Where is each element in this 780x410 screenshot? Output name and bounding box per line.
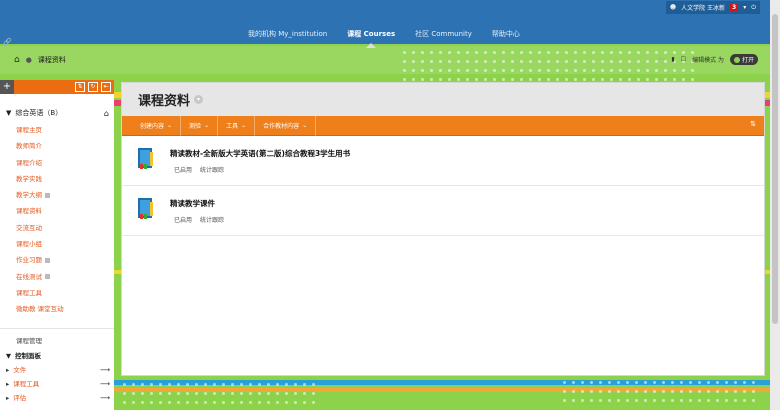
course-menu: 课程主页 教师简介 课程介绍 教学实践 教学大纲 课程资料 交流互动 课程小组 …	[0, 122, 114, 318]
sidebar-item-syllabus[interactable]: 教学大纲	[16, 187, 114, 203]
chevron-down-icon: ⌄	[204, 122, 210, 129]
hidden-indicator-icon	[45, 257, 50, 263]
options-icon[interactable]: ▾	[194, 95, 204, 104]
sidebar-item-course-groups[interactable]: 课程小组	[16, 236, 114, 252]
partner-content-button[interactable]: 合作教材内容 ⌄	[255, 115, 317, 136]
link-icon[interactable]: 🔗	[3, 38, 12, 46]
toggle-knob	[733, 56, 740, 63]
lock-icon[interactable]: ☐	[681, 56, 686, 63]
tools-button[interactable]: 工具 ⌄	[218, 115, 256, 136]
triangle-right-icon: ▸	[6, 379, 10, 388]
help-icon[interactable]: ◦◦	[658, 56, 665, 63]
action-bar: 创建内容 ⌄ 测验 ⌄ 工具 ⌄ 合作教材内容 ⌄ ⇅	[122, 115, 764, 136]
top-header: ☻ 人文学院 王冰新 3 ▾ ⏻ 我的机构 My_institution 课程 …	[0, 0, 770, 48]
edit-mode-state: 打开	[741, 57, 754, 64]
home-icon[interactable]: ⌂	[14, 55, 20, 65]
notification-badge[interactable]: 3	[730, 4, 739, 11]
sort-icon[interactable]: ⇅	[75, 82, 85, 92]
assessments-button[interactable]: 测验 ⌄	[181, 115, 219, 136]
item-title[interactable]: 精读教材-全新版大学英语(第二版)综合教程3学生用书	[170, 148, 350, 159]
power-icon[interactable]: ⏻	[751, 4, 756, 12]
book-icon	[138, 198, 153, 219]
nav-my-institution[interactable]: 我的机构 My_institution	[248, 29, 327, 39]
book-icon	[138, 148, 153, 169]
user-icon: ☻	[669, 4, 677, 11]
page-title: 课程资料	[138, 94, 191, 109]
sidebar-item-course-home[interactable]: 课程主页	[16, 122, 114, 138]
triangle-down-icon: ▼	[6, 109, 12, 117]
arrow-right-icon: ⟶	[99, 379, 110, 388]
nav-courses[interactable]: 课程 Courses	[347, 29, 395, 48]
course-name: 综合英语（B）	[15, 109, 63, 117]
course-home-icon[interactable]: ⌂	[104, 109, 109, 118]
chevron-down-icon[interactable]: ▾	[743, 4, 746, 11]
chevron-down-icon: ⌄	[167, 122, 173, 129]
control-panel-label: 控制面板	[15, 351, 41, 360]
sidebar-item-course-intro[interactable]: 课程介绍	[16, 155, 114, 171]
item-status: 已启用	[174, 217, 193, 224]
sidebar-item-wechat-assistant[interactable]: 微助教 课堂互动	[16, 301, 114, 317]
sort-icon[interactable]: ⇅	[750, 120, 756, 128]
collapse-icon[interactable]: ⇤	[101, 82, 111, 92]
panel-item-course-tools[interactable]: ▸ 课程工具 ⟶	[0, 377, 114, 391]
sidebar-item-course-tools[interactable]: 课程工具	[16, 285, 114, 301]
refresh-icon[interactable]: ↻	[88, 82, 98, 92]
panel-item-evaluation[interactable]: ▸ 评估 ⟶	[0, 391, 114, 405]
user-name: 人文学院 王冰新	[681, 5, 726, 12]
sidebar-item-online-test[interactable]: 在线测试	[16, 269, 114, 285]
arrow-right-icon: ⟶	[99, 365, 110, 374]
user-menu[interactable]: ☻ 人文学院 王冰新 3 ▾ ⏻	[665, 1, 760, 14]
triangle-right-icon: ▸	[6, 365, 10, 374]
item-tracking: 统计跟踪	[200, 167, 225, 174]
sidebar-divider	[0, 327, 114, 329]
chevron-down-icon: ⌄	[241, 122, 247, 129]
course-management-title: 课程管理	[16, 336, 42, 345]
page-icon[interactable]: ▮	[671, 56, 674, 63]
item-title[interactable]: 精读教学课件	[170, 198, 215, 209]
edit-mode-toggle[interactable]: 打开	[729, 54, 758, 65]
add-menu-item-button[interactable]: +	[0, 80, 14, 94]
panel-item-files[interactable]: ▸ 文件 ⟶	[0, 363, 114, 377]
sidebar-item-homework[interactable]: 作业习题	[16, 252, 114, 268]
course-title[interactable]: ▼ 综合英语（B） ⌂	[0, 108, 114, 118]
edit-mode-label: 编辑模式 为	[692, 57, 724, 64]
breadcrumb-current: 课程资料	[37, 56, 66, 64]
content-header: 课程资料 ▾	[122, 83, 764, 116]
vertical-scrollbar[interactable]	[770, 0, 780, 410]
breadcrumb: ⌂ ● 课程资料 ◦◦ ▮ ☐ 编辑模式 为 打开	[0, 46, 770, 74]
hidden-indicator-icon	[45, 274, 50, 280]
item-meta: 已启用 统计跟踪	[174, 215, 224, 224]
sidebar-item-teacher-intro[interactable]: 教师简介	[16, 138, 114, 154]
course-sidebar: + ⇅ ↻ ⇤ ▼ 综合英语（B） ⌂ 课程主页 教师简介 课程介绍 教学实践 …	[0, 80, 114, 410]
control-panel[interactable]: ▼ 控制面板	[0, 349, 114, 363]
content-item[interactable]: 精读教材-全新版大学英语(第二版)综合教程3学生用书 已启用 统计跟踪	[122, 136, 764, 186]
main-nav: 我的机构 My_institution 课程 Courses 社区 Commun…	[248, 29, 520, 48]
build-content-button[interactable]: 创建内容 ⌄	[132, 115, 182, 136]
content-panel: 课程资料 ▾ 创建内容 ⌄ 测验 ⌄ 工具 ⌄ 合作教材内容 ⌄ ⇅ 精读教材-全新版大…	[121, 82, 765, 376]
arrow-right-icon: ⟶	[99, 393, 110, 402]
hidden-indicator-icon	[45, 192, 50, 198]
content-item[interactable]: 精读教学课件 已启用 统计跟踪	[122, 186, 764, 236]
chevron-down-icon: ⌄	[302, 122, 308, 129]
triangle-right-icon: ▸	[6, 393, 10, 402]
item-status: 已启用	[174, 167, 193, 174]
breadcrumb-expand-icon[interactable]: ●	[26, 56, 32, 64]
nav-community[interactable]: 社区 Community	[415, 29, 472, 39]
item-meta: 已启用 统计跟踪	[174, 165, 224, 174]
nav-help-center[interactable]: 帮助中心	[492, 29, 520, 39]
sidebar-item-interaction[interactable]: 交流互动	[16, 220, 114, 236]
sidebar-item-course-materials[interactable]: 课程资料	[16, 203, 114, 219]
scrollbar-thumb[interactable]	[772, 14, 778, 324]
sidebar-toolbar: + ⇅ ↻ ⇤	[0, 80, 114, 94]
item-tracking: 统计跟踪	[200, 217, 225, 224]
sidebar-item-teaching-practice[interactable]: 教学实践	[16, 171, 114, 187]
triangle-down-icon: ▼	[6, 351, 11, 360]
